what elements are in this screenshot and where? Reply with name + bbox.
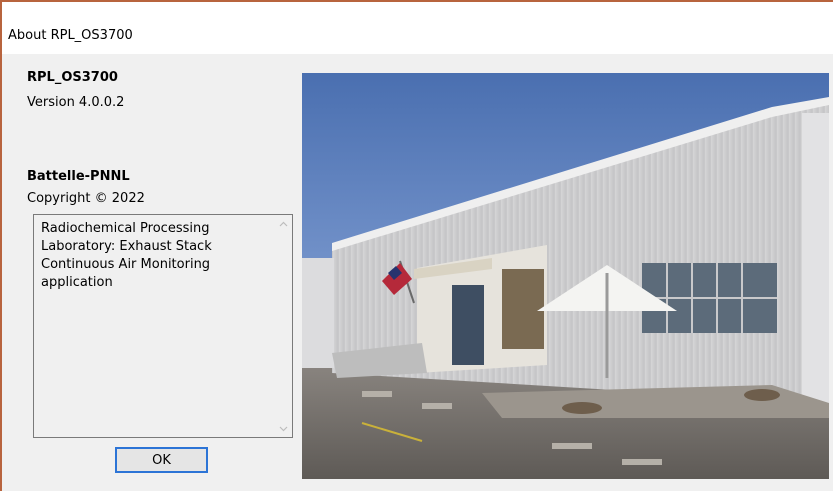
description-text: Radiochemical Processing Laboratory: Exh… xyxy=(41,221,212,290)
chevron-up-icon[interactable] xyxy=(275,215,292,232)
window-title: About RPL_OS3700 xyxy=(8,28,133,43)
product-version: Version 4.0.0.2 xyxy=(27,95,125,110)
about-dialog: About RPL_OS3700 RPL_OS3700 Version 4.0.… xyxy=(0,0,833,491)
copyright-text: Copyright © 2022 xyxy=(27,191,145,206)
description-textbox[interactable]: Radiochemical Processing Laboratory: Exh… xyxy=(33,214,293,438)
ok-button[interactable]: OK xyxy=(115,447,208,473)
dialog-body: RPL_OS3700 Version 4.0.0.2 Battelle-PNNL… xyxy=(2,54,833,491)
company-name: Battelle-PNNL xyxy=(27,169,130,184)
description-scrollbar[interactable] xyxy=(275,215,292,437)
chevron-down-icon[interactable] xyxy=(275,420,292,437)
building-photo xyxy=(302,73,829,479)
title-bar[interactable]: About RPL_OS3700 xyxy=(2,2,833,54)
product-name: RPL_OS3700 xyxy=(27,70,118,85)
